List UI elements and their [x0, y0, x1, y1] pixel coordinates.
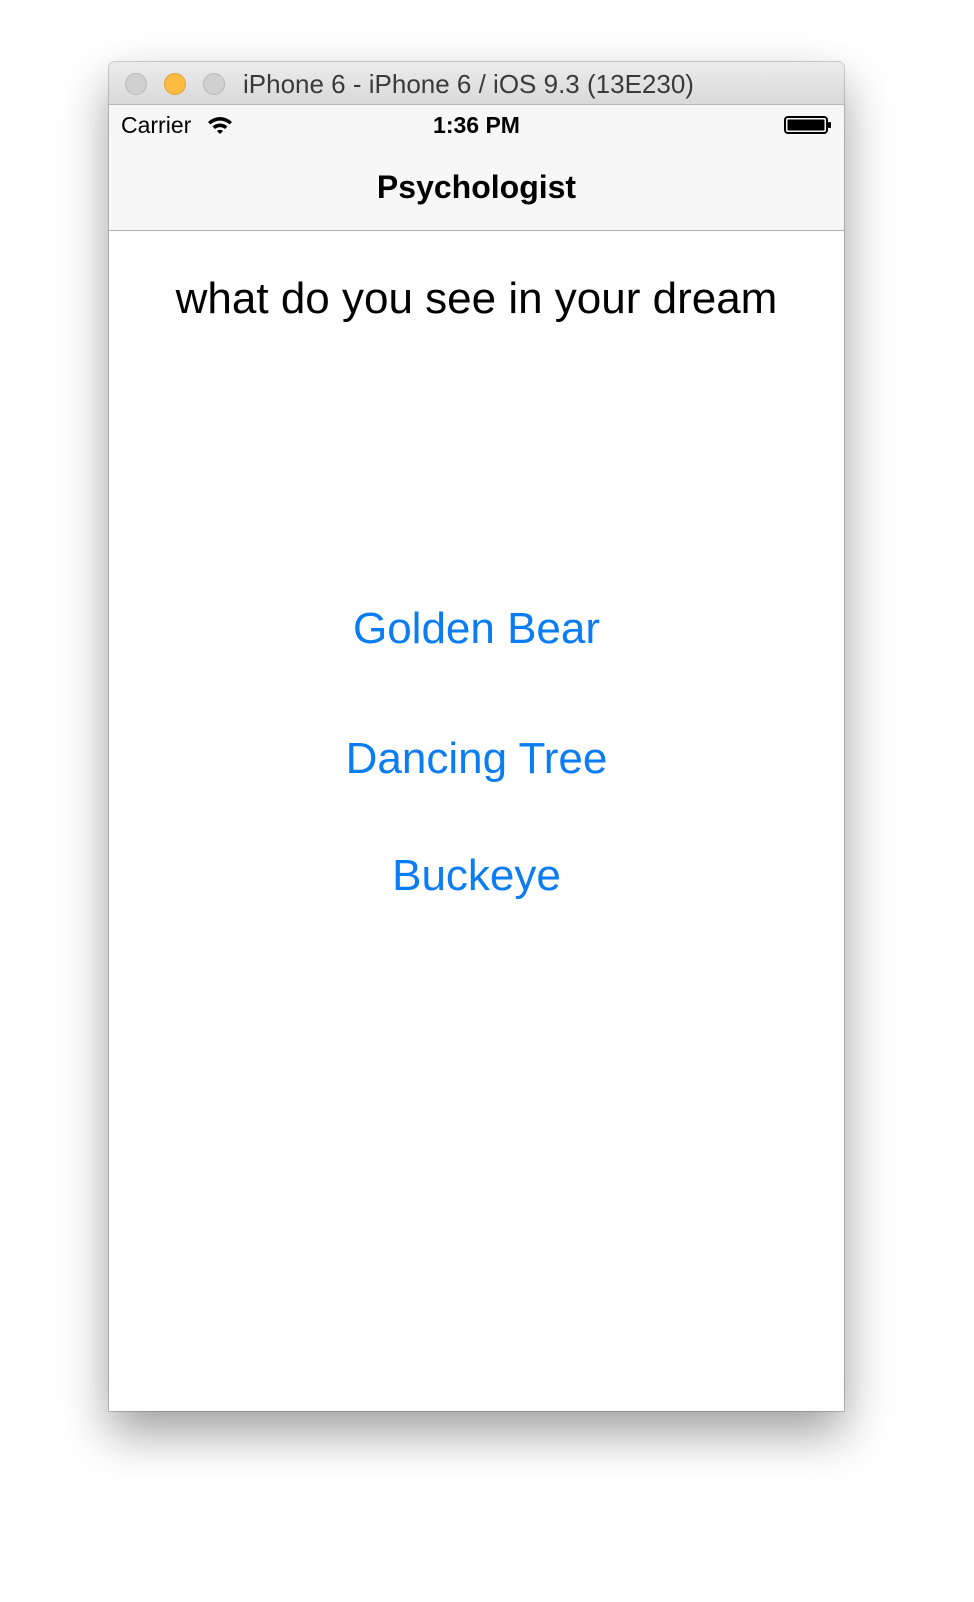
simulator-window: iPhone 6 - iPhone 6 / iOS 9.3 (13E230) C… [109, 62, 844, 1411]
golden-bear-button[interactable]: Golden Bear [109, 599, 844, 659]
status-bar: Carrier 1:36 PM [109, 105, 844, 145]
question-label: what do you see in your dream [175, 274, 778, 323]
dancing-tree-button[interactable]: Dancing Tree [109, 729, 844, 789]
battery-icon [784, 116, 831, 134]
close-window-button[interactable] [125, 73, 147, 95]
window-titlebar[interactable]: iPhone 6 - iPhone 6 / iOS 9.3 (13E230) [109, 62, 844, 105]
navigation-bar: Psychologist [109, 145, 844, 231]
nav-title: Psychologist [376, 169, 577, 205]
minimize-window-button[interactable] [164, 73, 186, 95]
window-title: iPhone 6 - iPhone 6 / iOS 9.3 (13E230) [243, 69, 694, 99]
status-time: 1:36 PM [433, 112, 520, 138]
zoom-window-button[interactable] [203, 73, 225, 95]
buckeye-button[interactable]: Buckeye [109, 846, 844, 906]
main-content: what do you see in your dream Golden Bea… [109, 231, 844, 1411]
